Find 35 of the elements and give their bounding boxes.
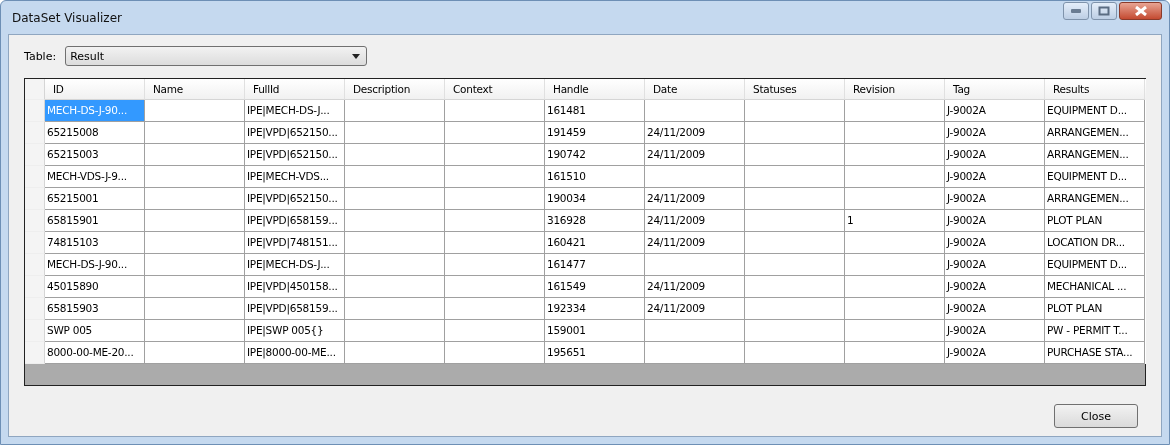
table-cell[interactable] — [845, 342, 945, 364]
table-cell[interactable] — [345, 342, 445, 364]
close-button[interactable] — [1119, 2, 1162, 20]
table-cell[interactable]: PURCHASE STA... — [1045, 342, 1145, 364]
table-cell[interactable] — [745, 342, 845, 364]
row-header[interactable] — [25, 298, 45, 320]
table-cell[interactable]: IPE|8000-00-ME... — [245, 342, 345, 364]
minimize-icon — [1070, 8, 1082, 14]
row-header[interactable] — [25, 342, 45, 364]
row-header[interactable] — [25, 188, 45, 210]
row-header[interactable] — [25, 122, 45, 144]
maximize-icon — [1098, 6, 1110, 16]
table-cell[interactable] — [645, 342, 745, 364]
table-cell[interactable] — [445, 342, 545, 364]
row-header[interactable] — [25, 210, 45, 232]
close-icon — [1133, 6, 1148, 16]
close-dialog-button[interactable]: Close — [1054, 404, 1138, 428]
row-header[interactable] — [25, 232, 45, 254]
minimize-button[interactable] — [1063, 2, 1089, 20]
row-header[interactable] — [25, 320, 45, 342]
table-cell[interactable] — [145, 342, 245, 364]
window-title: DataSet Visualizer — [11, 10, 122, 25]
maximize-button[interactable] — [1091, 2, 1117, 20]
row-header[interactable] — [25, 166, 45, 188]
table-cell[interactable]: J-9002A — [945, 342, 1045, 364]
row-header[interactable] — [25, 276, 45, 298]
table-dropdown[interactable]: Result — [65, 46, 368, 66]
table-label: Table: — [24, 49, 57, 63]
row-header[interactable] — [25, 100, 45, 122]
table-cell[interactable]: 8000-00-ME-20... — [45, 342, 145, 364]
row-header[interactable] — [25, 144, 45, 166]
corner-header[interactable] — [25, 79, 45, 100]
caret-icon — [352, 53, 361, 59]
table-cell[interactable]: 195651 — [545, 342, 645, 364]
row-header[interactable] — [25, 254, 45, 276]
